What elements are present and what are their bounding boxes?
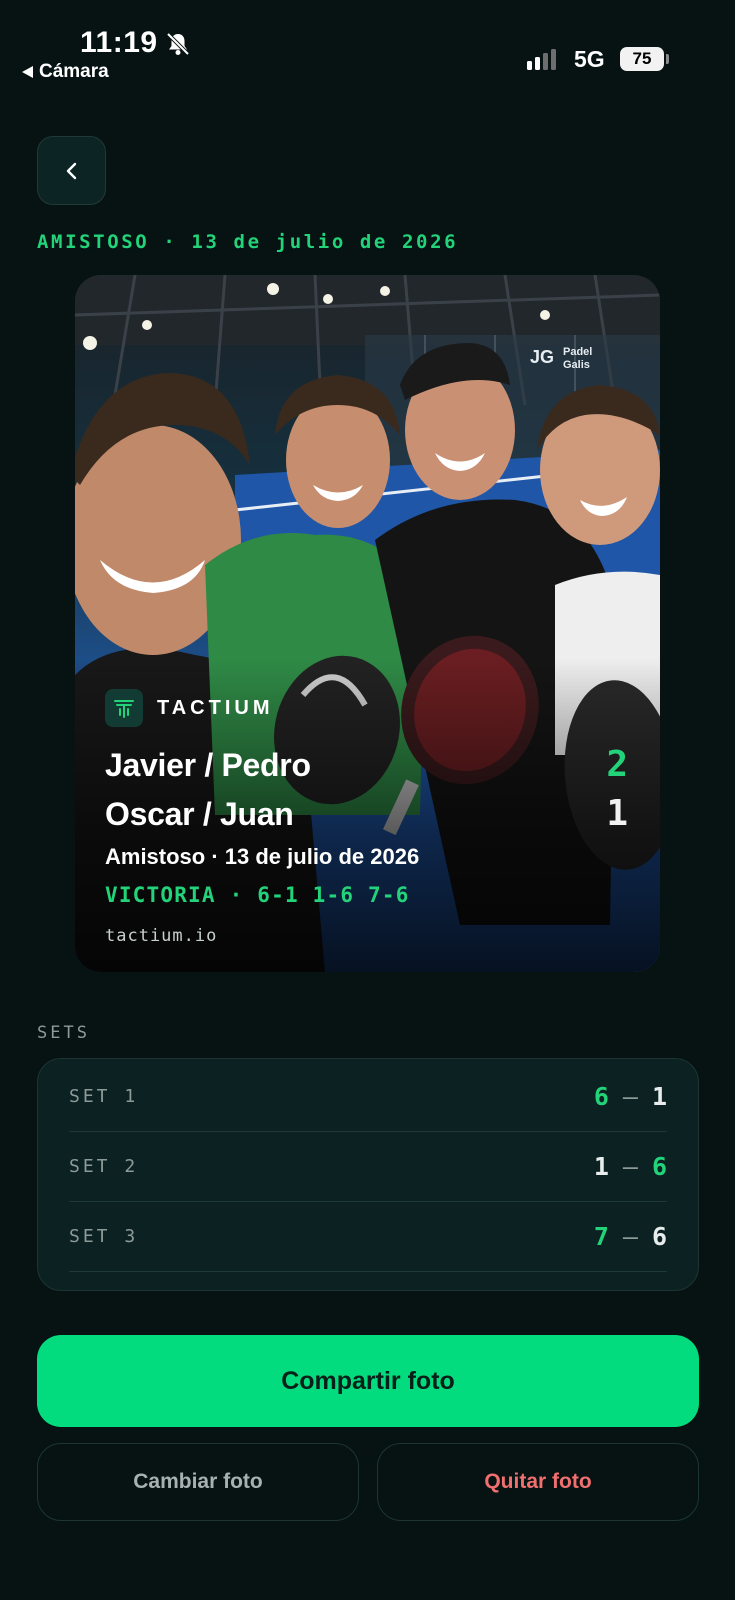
card-result: VICTORIA · 6-1 1-6 7-6 [105, 883, 410, 907]
set-score-a: 7 [593, 1221, 609, 1251]
set-score-a: 6 [593, 1081, 609, 1111]
battery-level: 75 [632, 49, 652, 68]
share-photo-button[interactable]: Compartir foto [37, 1335, 699, 1427]
set-score: 1 — 6 [594, 1152, 667, 1181]
team-a-score: 2 [606, 744, 628, 785]
result-overlay: TACTIUM Javier / Pedro 2 Oscar / Juan 1 … [75, 275, 660, 972]
set-label: SET 1 [69, 1085, 139, 1107]
set-row: SET 3 7 — 6 [69, 1201, 667, 1271]
set-score-b: 6 [651, 1221, 667, 1251]
status-time: 11:19 [80, 26, 158, 59]
battery-nub [666, 54, 669, 64]
tactium-logo-icon [105, 689, 143, 727]
set-score-b: 6 [651, 1151, 667, 1181]
signal-icon [527, 48, 556, 70]
set-row: SET 1 6 — 1 [69, 1061, 667, 1131]
brand-name: TACTIUM [157, 696, 274, 719]
score-separator: — [622, 1081, 638, 1111]
score-separator: — [622, 1151, 638, 1181]
sets-panel: SET 1 6 — 1 SET 2 1 — 6 SET 3 7 — 6 [37, 1058, 699, 1291]
brand-row: TACTIUM [105, 689, 274, 727]
back-app-label: Cámara [39, 61, 109, 82]
team-a-name: Javier / Pedro [105, 747, 311, 783]
set-label: SET 2 [69, 1155, 139, 1177]
set-divider [69, 1271, 667, 1272]
battery-icon: 75 [620, 47, 664, 71]
set-score-a: 1 [593, 1151, 609, 1181]
match-meta: AMISTOSO · 13 de julio de 2026 [37, 231, 459, 253]
back-triangle-icon [22, 66, 33, 78]
network-label: 5G [574, 46, 605, 72]
set-score-b: 1 [651, 1081, 667, 1111]
sets-heading: SETS [37, 1023, 90, 1043]
remove-photo-button[interactable]: Quitar foto [377, 1443, 699, 1521]
score-separator: — [622, 1221, 638, 1251]
set-label: SET 3 [69, 1225, 139, 1247]
card-match-meta: Amistoso · 13 de julio de 2026 [105, 844, 420, 869]
card-url: tactium.io [105, 926, 218, 946]
set-row: SET 2 1 — 6 [69, 1131, 667, 1201]
match-detail-screen: 11:19 Cámara 5G 75 AMISTOSO · 13 de juli… [0, 0, 735, 1600]
bell-slash-icon [166, 32, 190, 56]
chevron-left-icon [66, 162, 76, 179]
back-to-camera-link[interactable]: Cámara [22, 61, 109, 83]
set-score: 7 — 6 [594, 1222, 667, 1251]
team-b-score: 1 [606, 793, 628, 834]
change-photo-button[interactable]: Cambiar foto [37, 1443, 359, 1521]
set-score: 6 — 1 [594, 1082, 667, 1111]
match-photo-card[interactable]: JG Padel Galis [75, 275, 660, 972]
back-button[interactable] [37, 136, 106, 205]
team-b-name: Oscar / Juan [105, 796, 294, 832]
